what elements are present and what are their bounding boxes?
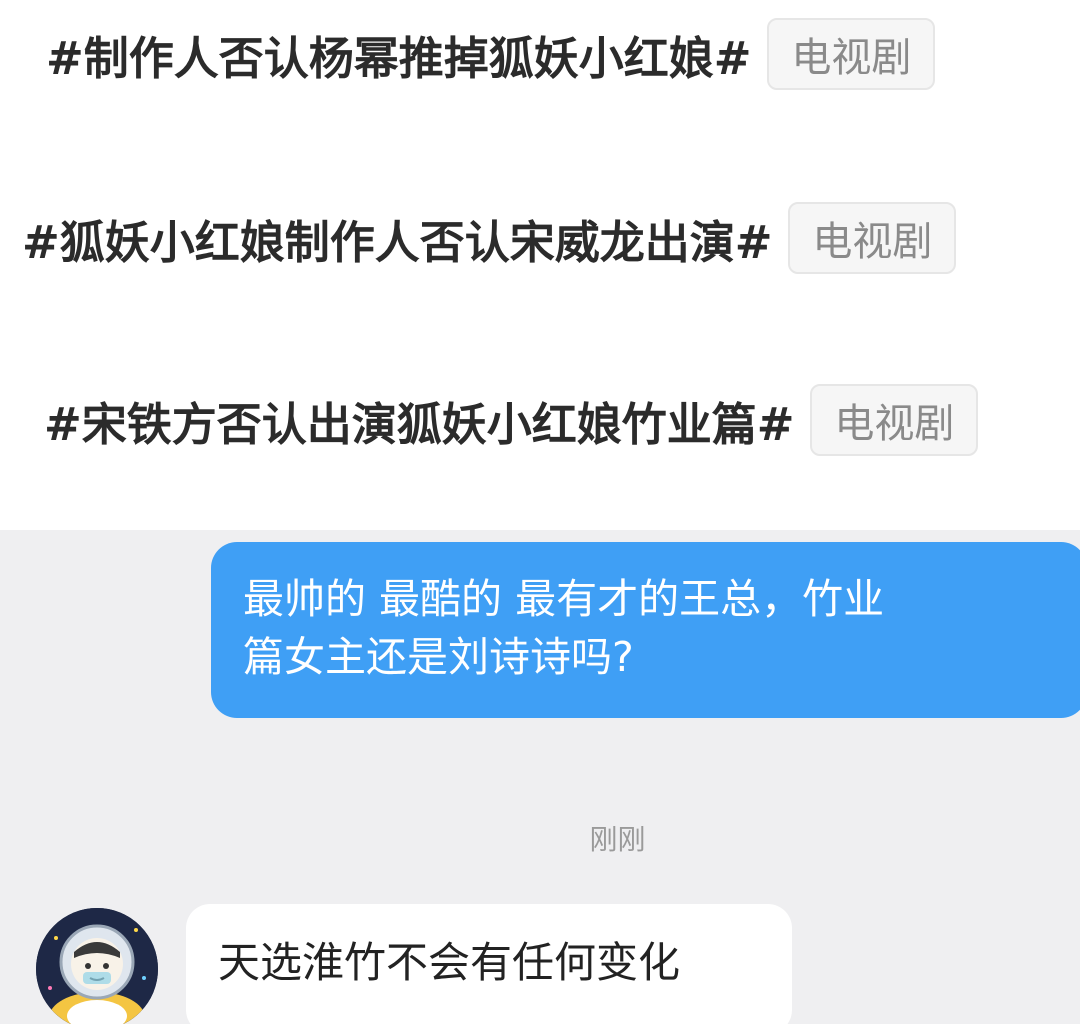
outgoing-message-line: 篇女主还是刘诗诗吗?	[243, 633, 634, 681]
topic-title[interactable]: #狐妖小红娘制作人否认宋威龙出演#	[22, 206, 772, 271]
outgoing-message-line: 最帅的 最酷的 最有才的王总，竹业	[243, 575, 885, 623]
message-timestamp: 刚刚	[589, 823, 646, 856]
outgoing-message-bubble[interactable]: 最帅的 最酷的 最有才的王总，竹业 篇女主还是刘诗诗吗?	[211, 542, 1080, 718]
topic-row[interactable]: #宋铁方否认出演狐妖小红娘竹业篇# 电视剧	[44, 380, 979, 460]
page: #制作人否认杨幂推掉狐妖小红娘# 电视剧 #狐妖小红娘制作人否认宋威龙出演# 电…	[0, 0, 1080, 1024]
topic-category-tag[interactable]: 电视剧	[788, 202, 957, 274]
topic-title[interactable]: #制作人否认杨幂推掉狐妖小红娘#	[46, 22, 751, 87]
trending-topics-list: #制作人否认杨幂推掉狐妖小红娘# 电视剧 #狐妖小红娘制作人否认宋威龙出演# 电…	[0, 0, 1080, 530]
topic-category-tag[interactable]: 电视剧	[810, 384, 979, 456]
incoming-message-bubble[interactable]: 天选淮竹不会有任何变化	[186, 904, 792, 1024]
topic-row[interactable]: #制作人否认杨幂推掉狐妖小红娘# 电视剧	[46, 14, 936, 94]
topic-row[interactable]: #狐妖小红娘制作人否认宋威龙出演# 电视剧	[22, 198, 957, 278]
chat-conversation: 最帅的 最酷的 最有才的王总，竹业 篇女主还是刘诗诗吗? 刚刚 天选淮竹不会有任…	[0, 530, 1080, 1024]
topic-title[interactable]: #宋铁方否认出演狐妖小红娘竹业篇#	[44, 388, 794, 453]
topic-category-tag[interactable]: 电视剧	[767, 18, 936, 90]
astronaut-avatar-icon[interactable]	[36, 908, 158, 1024]
incoming-message-text: 天选淮竹不会有任何变化	[218, 938, 681, 987]
